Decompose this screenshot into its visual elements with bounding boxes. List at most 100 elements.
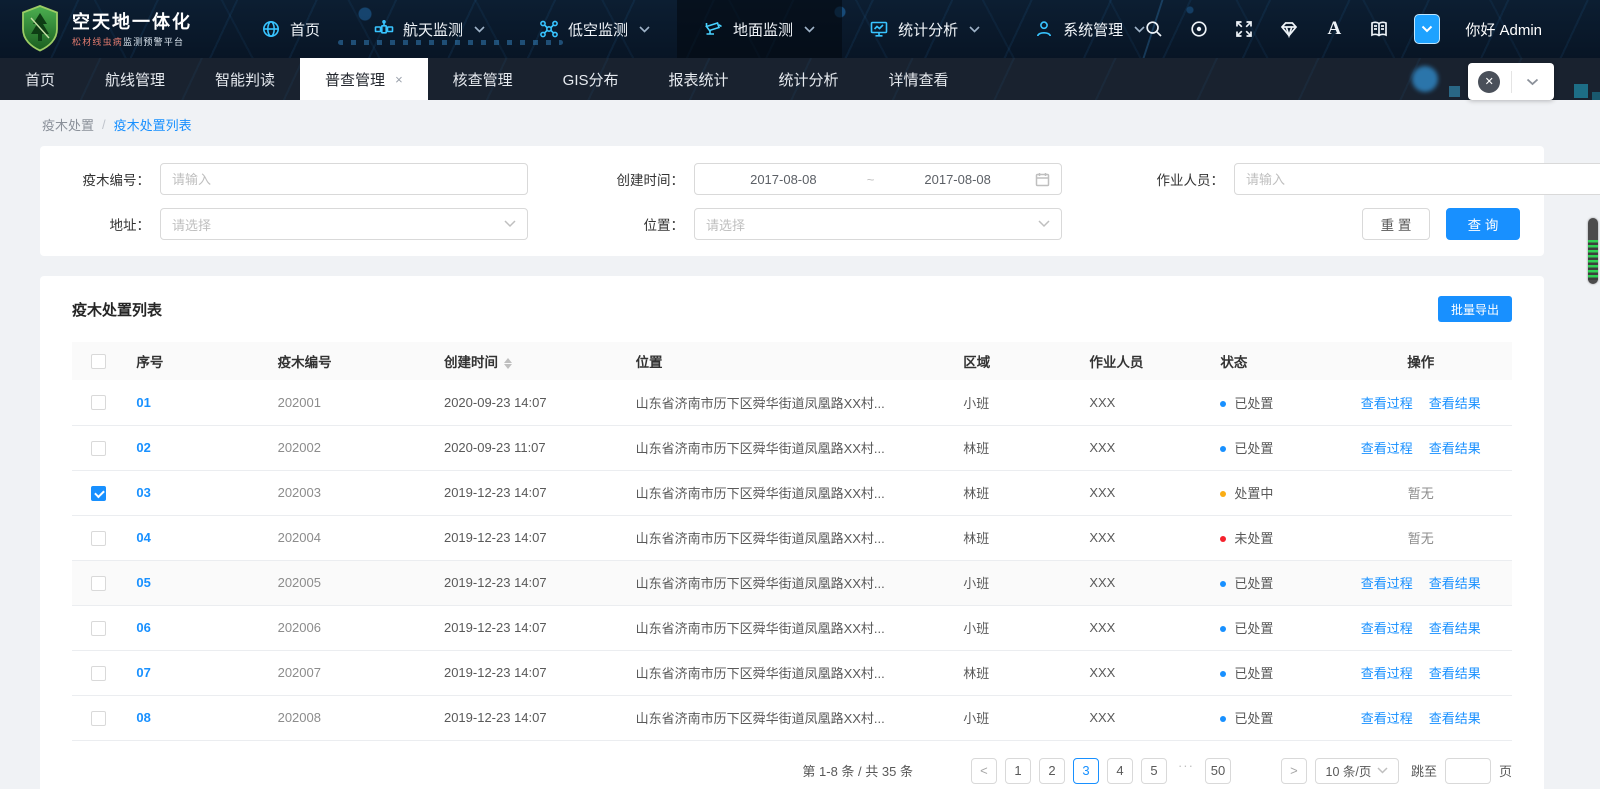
page-button-1[interactable]: 1 xyxy=(1005,758,1031,784)
row-seq-link[interactable]: 04 xyxy=(136,530,150,545)
search-button[interactable]: 查 询 xyxy=(1446,208,1520,240)
row-code: 202008 xyxy=(266,695,432,740)
tab-verify-manage[interactable]: 核查管理 xyxy=(428,58,538,100)
page-button-2[interactable]: 2 xyxy=(1039,758,1065,784)
view-process-link[interactable]: 查看过程 xyxy=(1361,576,1413,591)
prev-page-button[interactable]: < xyxy=(971,758,997,784)
date-end[interactable]: 2017-08-08 xyxy=(880,172,1035,187)
col-created[interactable]: 创建时间 xyxy=(432,342,624,380)
row-code: 202004 xyxy=(266,515,432,560)
tab-stat-analysis[interactable]: 统计分析 xyxy=(754,58,864,100)
breadcrumb-parent[interactable]: 疫木处置 xyxy=(42,115,94,134)
tab-actions-widget: ✕ xyxy=(1468,63,1554,100)
drone-icon xyxy=(539,19,559,39)
status-dot-icon xyxy=(1220,401,1226,407)
view-result-link[interactable]: 查看结果 xyxy=(1429,396,1481,411)
tab-home[interactable]: 首页 xyxy=(0,58,80,100)
view-process-link[interactable]: 查看过程 xyxy=(1361,711,1413,726)
row-seq-link[interactable]: 03 xyxy=(136,485,150,500)
row-area: 林班 xyxy=(951,425,1077,470)
tab-survey-manage[interactable]: 普查管理 × xyxy=(300,58,428,100)
row-checkbox[interactable] xyxy=(91,711,106,726)
filter-worker: 作业人员： xyxy=(1138,163,1600,195)
jump-page-input[interactable] xyxy=(1445,758,1491,784)
row-seq-link[interactable]: 08 xyxy=(136,710,150,725)
sort-icon[interactable] xyxy=(504,358,512,369)
nav-item-statistics[interactable]: 统计分析 xyxy=(842,0,1007,58)
page-button-3[interactable]: 3 xyxy=(1073,758,1099,784)
date-range-picker[interactable]: 2017-08-08 ~ 2017-08-08 xyxy=(694,163,1062,195)
topbar-tools: A 你好 Admin xyxy=(1144,0,1542,58)
tab-route-manage[interactable]: 航线管理 xyxy=(80,58,190,100)
view-process-link[interactable]: 查看过程 xyxy=(1361,441,1413,456)
search-icon[interactable] xyxy=(1144,19,1164,39)
position-select[interactable]: 请选择 xyxy=(694,208,1062,240)
date-start[interactable]: 2017-08-08 xyxy=(706,172,861,187)
page-button-4[interactable]: 4 xyxy=(1107,758,1133,784)
reset-button[interactable]: 重 置 xyxy=(1362,208,1430,240)
breadcrumb-separator: / xyxy=(102,117,106,132)
row-actions: 查看过程 查看结果 xyxy=(1329,380,1512,425)
tab-detail-view[interactable]: 详情查看 xyxy=(864,58,974,100)
address-select[interactable]: 请选择 xyxy=(160,208,528,240)
tab-report-stats[interactable]: 报表统计 xyxy=(644,58,754,100)
next-page-button[interactable]: > xyxy=(1281,758,1307,784)
nav-item-space-monitor[interactable]: 航天监测 xyxy=(347,0,512,58)
satellite-icon xyxy=(374,19,394,39)
row-checkbox[interactable] xyxy=(91,666,106,681)
font-size-icon[interactable]: A xyxy=(1324,19,1344,39)
view-process-link[interactable]: 查看过程 xyxy=(1361,621,1413,636)
pagination: 第 1-8 条 / 共 35 条 < 12345···50 > 10 条/页 跳… xyxy=(72,741,1512,789)
row-seq-link[interactable]: 05 xyxy=(136,575,150,590)
page-size-select[interactable]: 10 条/页 xyxy=(1315,758,1399,784)
view-result-link[interactable]: 查看结果 xyxy=(1429,576,1481,591)
fullscreen-icon[interactable] xyxy=(1234,19,1254,39)
row-seq-link[interactable]: 06 xyxy=(136,620,150,635)
primary-nav: 首页 航天监测 低空监测 地面监测 xyxy=(234,0,1172,58)
row-checkbox[interactable] xyxy=(91,395,106,410)
worker-input[interactable] xyxy=(1234,163,1600,195)
breadcrumb-current[interactable]: 疫木处置列表 xyxy=(114,115,192,134)
close-tab-icon[interactable]: × xyxy=(395,73,403,86)
table-row: 072020072019-12-23 14:07山东省济南市历下区舜华街道凤凰路… xyxy=(72,650,1512,695)
view-result-link[interactable]: 查看结果 xyxy=(1429,621,1481,636)
tree-no-input[interactable] xyxy=(160,163,528,195)
view-result-link[interactable]: 查看结果 xyxy=(1429,711,1481,726)
page-button-5[interactable]: 5 xyxy=(1141,758,1167,784)
language-book-icon[interactable] xyxy=(1369,19,1389,39)
diamond-icon[interactable] xyxy=(1279,19,1299,39)
view-process-link[interactable]: 查看过程 xyxy=(1361,396,1413,411)
row-seq-link[interactable]: 01 xyxy=(136,395,150,410)
row-checkbox[interactable] xyxy=(91,621,106,636)
row-checkbox[interactable] xyxy=(91,486,106,501)
col-seq: 序号 xyxy=(124,342,265,380)
nav-item-lowalt-monitor[interactable]: 低空监测 xyxy=(512,0,677,58)
chevron-down-icon xyxy=(969,26,980,33)
page-button-50[interactable]: 50 xyxy=(1205,758,1231,784)
vertical-scrollbar-thumb[interactable] xyxy=(1588,218,1598,284)
close-all-tabs-button[interactable]: ✕ xyxy=(1468,71,1511,93)
view-process-link[interactable]: 查看过程 xyxy=(1361,666,1413,681)
tab-smart-reading[interactable]: 智能判读 xyxy=(190,58,300,100)
row-location: 山东省济南市历下区舜华街道凤凰路XX村... xyxy=(624,695,952,740)
batch-export-button[interactable]: 批量导出 xyxy=(1438,296,1512,322)
nav-item-home[interactable]: 首页 xyxy=(234,0,347,58)
row-checkbox[interactable] xyxy=(91,531,106,546)
row-seq-link[interactable]: 07 xyxy=(136,665,150,680)
tab-gis[interactable]: GIS分布 xyxy=(538,58,644,100)
tab-menu-dropdown[interactable] xyxy=(1512,78,1555,86)
collapse-menu-button[interactable] xyxy=(1414,14,1440,44)
select-all-checkbox[interactable] xyxy=(91,354,106,369)
row-time: 2019-12-23 14:07 xyxy=(432,695,624,740)
row-time: 2019-12-23 14:07 xyxy=(432,470,624,515)
view-result-link[interactable]: 查看结果 xyxy=(1429,441,1481,456)
row-checkbox[interactable] xyxy=(91,441,106,456)
row-area: 小班 xyxy=(951,605,1077,650)
status-dot-icon xyxy=(1220,491,1226,497)
row-checkbox[interactable] xyxy=(91,576,106,591)
target-icon[interactable] xyxy=(1189,19,1209,39)
table-row: 08 2020082019-12-23 14:07山东省济南市历下区舜华街道凤凰路… xyxy=(72,695,1512,740)
row-seq-link[interactable]: 02 xyxy=(136,440,150,455)
view-result-link[interactable]: 查看结果 xyxy=(1429,666,1481,681)
nav-item-ground-monitor[interactable]: 地面监测 xyxy=(677,0,842,58)
